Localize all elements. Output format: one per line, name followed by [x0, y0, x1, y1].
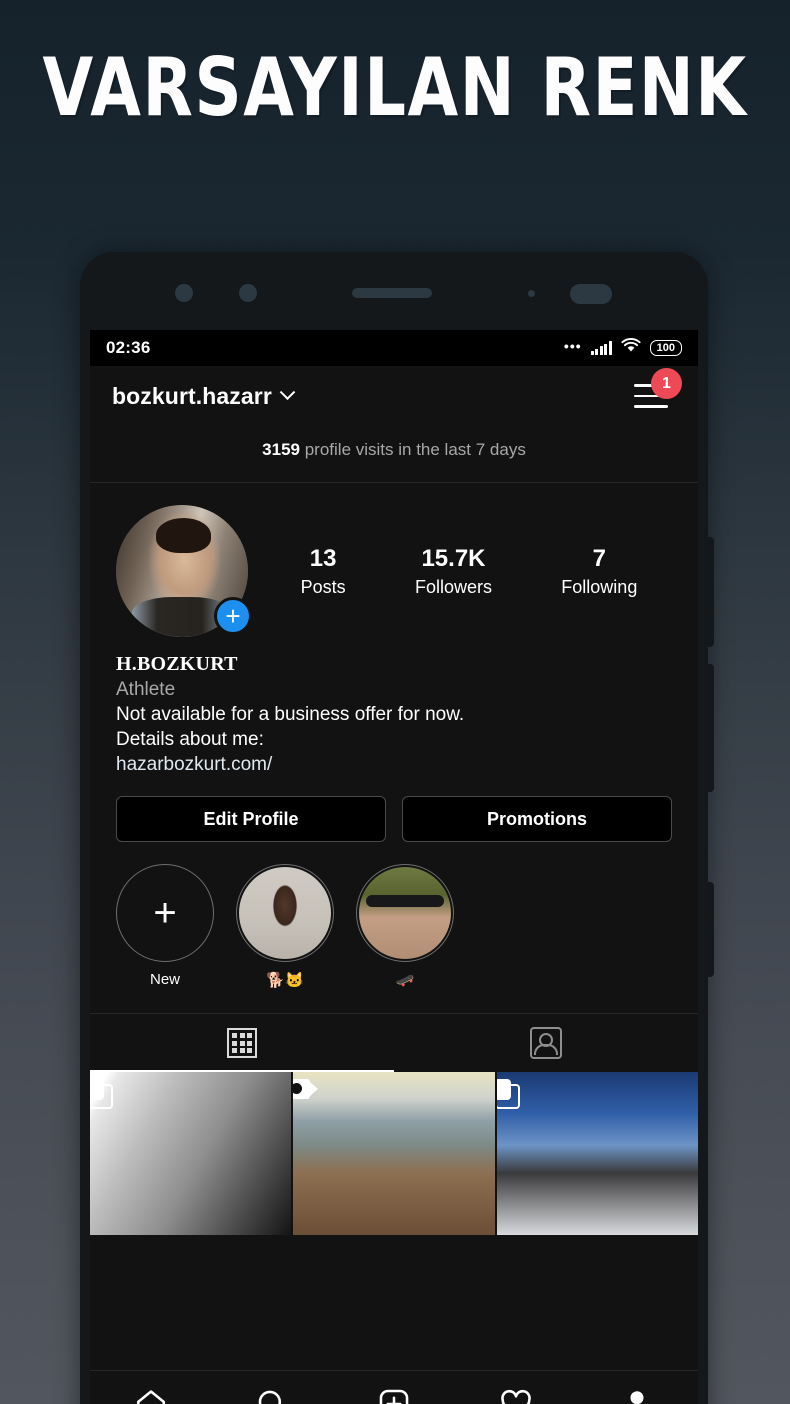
wifi-icon [621, 338, 641, 358]
edit-profile-button[interactable]: Edit Profile [116, 796, 386, 842]
video-icon [293, 1079, 319, 1099]
highlight-thumbnail [236, 864, 334, 962]
stat-label: Following [561, 576, 638, 597]
stat-value: 7 [592, 544, 606, 572]
earpiece-speaker [352, 288, 432, 298]
banner: VARSAYILAN RENK [0, 0, 790, 175]
carousel-icon [496, 1079, 520, 1109]
battery-indicator: 100 [649, 339, 682, 357]
sensor-dot-icon [239, 284, 257, 302]
profile-visits-insight[interactable]: 3159 profile visits in the last 7 days [90, 426, 698, 483]
plus-square-icon [379, 1389, 409, 1404]
phone-mockup: 02:36 ••• 100 bozkurt.hazarr 1 3159 prof… [80, 252, 714, 1404]
phone-screen: 02:36 ••• 100 bozkurt.hazarr 1 3159 prof… [90, 330, 698, 1404]
nav-create-button[interactable] [377, 1387, 411, 1404]
status-bar: 02:36 ••• 100 [90, 330, 698, 366]
menu-badge: 1 [651, 368, 682, 399]
highlight-new[interactable]: + New [116, 864, 214, 989]
instagram-profile-screen: bozkurt.hazarr 1 3159 profile visits in … [90, 366, 698, 1404]
grid-icon [227, 1028, 257, 1058]
highlight-label: New [149, 971, 180, 988]
nav-home-button[interactable] [134, 1387, 168, 1404]
heart-icon [500, 1389, 531, 1404]
nav-search-button[interactable] [255, 1387, 289, 1404]
person-icon [630, 1391, 644, 1404]
posts-grid [90, 1072, 698, 1235]
profile-action-buttons: Edit Profile Promotions [90, 776, 698, 842]
volume-down-button[interactable] [707, 664, 714, 792]
highlight-thumbnail [356, 864, 454, 962]
search-icon [259, 1390, 282, 1404]
bottom-navigation [90, 1370, 698, 1404]
status-time: 02:36 [106, 338, 151, 357]
profile-bio: H.BOZKURT Athlete Not available for a bu… [90, 637, 698, 776]
home-icon [136, 1390, 165, 1404]
username-dropdown[interactable]: bozkurt.hazarr [112, 382, 296, 410]
stat-label: Posts [300, 576, 346, 597]
chevron-down-icon [279, 383, 296, 400]
tagged-person-icon [530, 1027, 562, 1059]
add-story-button[interactable]: + [214, 597, 252, 635]
dog-photo [239, 867, 331, 959]
stat-value: 15.7K [421, 544, 486, 572]
signal-bars-icon [590, 341, 612, 355]
bio-line-1: Not available for a business offer for n… [116, 704, 465, 725]
plus-icon: + [153, 891, 177, 935]
bio-display-name: H.BOZKURT [116, 653, 238, 675]
stat-following[interactable]: 7 Following [561, 545, 637, 598]
power-button[interactable] [707, 882, 714, 977]
profile-header-row: + 13 Posts 15.7K Followers 7 Following [90, 483, 698, 637]
profile-visits-count: 3159 [262, 440, 300, 459]
tab-tagged[interactable] [394, 1014, 698, 1072]
story-highlights: + New 🐕🐱 🛹 [90, 842, 698, 989]
highlight-item[interactable]: 🐕🐱 [236, 864, 334, 989]
front-camera-icon [570, 284, 612, 304]
more-dots-icon: ••• [563, 337, 582, 354]
post-thumbnail[interactable] [496, 1072, 698, 1235]
bio-category: Athlete [116, 679, 176, 700]
highlight-label: 🛹 [395, 972, 415, 989]
menu-button[interactable]: 1 [634, 368, 682, 414]
carousel-icon [90, 1079, 113, 1109]
bio-line-2: Details about me: [116, 729, 264, 750]
add-highlight-circle: + [116, 864, 214, 962]
profile-tabs [90, 1013, 698, 1072]
profile-visits-text: profile visits in the last 7 days [300, 440, 526, 459]
nav-activity-button[interactable] [499, 1387, 533, 1404]
skateboard-photo [359, 867, 451, 959]
volume-up-button[interactable] [707, 537, 714, 647]
nav-profile-button[interactable] [620, 1387, 654, 1404]
highlight-label: 🐕🐱 [266, 972, 304, 989]
bio-website-link[interactable]: hazarbozkurt.com/ [116, 754, 672, 776]
stat-followers[interactable]: 15.7K Followers [415, 545, 492, 598]
highlight-item[interactable]: 🛹 [356, 864, 454, 989]
banner-title: VARSAYILAN RENK [42, 40, 748, 135]
post-thumbnail[interactable] [90, 1072, 292, 1235]
profile-stats: 13 Posts 15.7K Followers 7 Following [248, 545, 672, 598]
stat-label: Followers [414, 576, 492, 597]
promotions-button[interactable]: Promotions [402, 796, 672, 842]
app-top-bar: bozkurt.hazarr 1 [90, 366, 698, 426]
stat-posts[interactable]: 13 Posts [301, 545, 346, 598]
phone-bezel-top [80, 252, 708, 330]
username-label: bozkurt.hazarr [112, 382, 272, 409]
stat-value: 13 [309, 544, 337, 572]
sensor-dot-icon [528, 290, 535, 297]
tab-grid[interactable] [90, 1014, 394, 1072]
post-thumbnail[interactable] [293, 1072, 495, 1235]
sensor-dot-icon [175, 284, 193, 302]
